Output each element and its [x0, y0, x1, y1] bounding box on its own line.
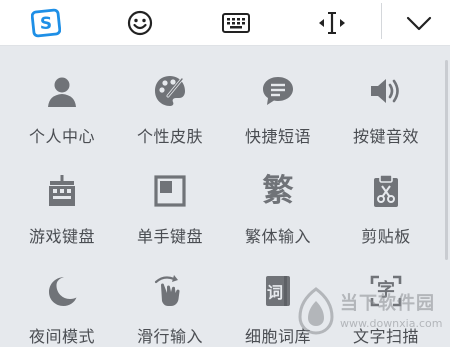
grid-item-night-mode[interactable]: 夜间模式	[8, 247, 116, 346]
grid-item-label: 个人中心	[28, 127, 95, 146]
dictionary-icon: 词	[260, 273, 296, 309]
watermark-logo-icon	[298, 287, 334, 335]
cursor-move-button[interactable]	[310, 0, 354, 46]
grid-item-swipe-input[interactable]: 滑行输入	[116, 247, 224, 346]
emoji-icon	[127, 10, 153, 36]
watermark: 当下软件园 www.downxia.com	[296, 285, 446, 339]
grid-item-label: 个性皮肤	[136, 127, 203, 146]
emoji-button[interactable]	[118, 0, 162, 46]
candidate-toolbar: S	[0, 0, 450, 46]
grid-item-quick-phrases[interactable]: 快捷短语	[224, 47, 332, 146]
swipe-hand-icon	[152, 273, 188, 309]
scrollbar[interactable]	[445, 60, 448, 260]
moon-icon	[44, 273, 80, 309]
watermark-cn: 当下软件园	[340, 293, 435, 314]
grid-item-skins[interactable]: 个性皮肤	[116, 47, 224, 146]
cursor-move-icon	[319, 12, 345, 34]
grid-item-game-keyboard[interactable]: 游戏键盘	[8, 147, 116, 246]
collapse-button[interactable]	[397, 0, 441, 46]
grid-item-label: 夜间模式	[28, 327, 95, 346]
traditional-chinese-icon: 繁	[260, 173, 296, 209]
watermark-en: www.downxia.com	[340, 317, 443, 330]
chevron-down-icon	[406, 16, 432, 31]
grid-item-label: 游戏键盘	[28, 227, 95, 246]
grid-item-personal-center[interactable]: 个人中心	[8, 47, 116, 146]
grid-item-label: 滑行输入	[136, 327, 203, 346]
grid-item-label: 剪贴板	[361, 227, 411, 246]
sogou-logo-icon: S	[31, 8, 61, 38]
toolbar-divider	[381, 3, 382, 39]
grid-item-traditional-input[interactable]: 繁 繁体输入	[224, 147, 332, 246]
dictionary-glyph: 词	[266, 283, 283, 302]
keyboard-button[interactable]	[214, 0, 258, 46]
grid-item-label: 繁体输入	[244, 227, 311, 246]
grid-item-label: 快捷短语	[244, 127, 311, 146]
palette-icon	[152, 73, 188, 109]
chat-bubble-icon	[260, 73, 296, 109]
sogou-logo-button[interactable]: S	[24, 0, 68, 46]
grid-item-clipboard[interactable]: 剪贴板	[332, 147, 440, 246]
user-icon	[44, 73, 80, 109]
one-hand-keyboard-icon	[152, 173, 188, 209]
grid-item-one-hand-keyboard[interactable]: 单手键盘	[116, 147, 224, 246]
keyboard-icon	[222, 13, 250, 33]
grid-item-label: 按键音效	[352, 127, 419, 146]
grid-item-label: 单手键盘	[136, 227, 203, 246]
sogou-logo-letter: S	[40, 14, 52, 34]
grid-item-key-sound[interactable]: 按键音效	[332, 47, 440, 146]
traditional-chinese-glyph: 繁	[262, 173, 294, 209]
game-keyboard-icon	[44, 173, 80, 209]
speaker-icon	[368, 73, 404, 109]
clipboard-icon	[368, 173, 404, 209]
